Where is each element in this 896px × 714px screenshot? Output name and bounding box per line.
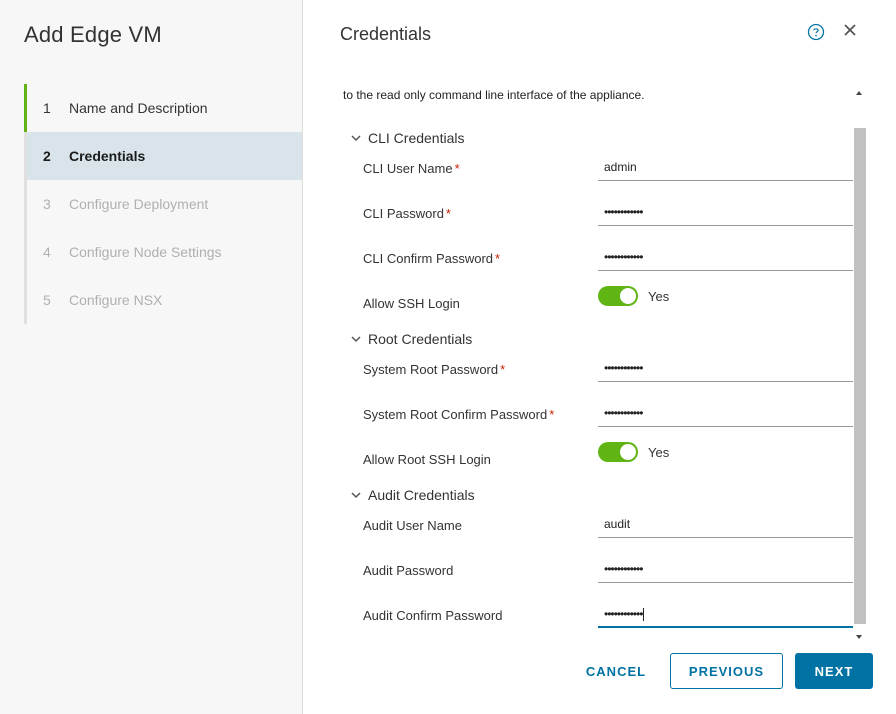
step-configure-deployment: 3 Configure Deployment bbox=[27, 180, 302, 228]
step-number: 5 bbox=[43, 292, 51, 308]
chevron-down-icon bbox=[351, 336, 361, 343]
cli-user-name-row: CLI User Name * admin bbox=[363, 160, 853, 197]
cli-password-field[interactable]: •••••••••••• bbox=[598, 200, 853, 226]
field-label: Allow Root SSH Login bbox=[363, 452, 491, 467]
toggle-knob bbox=[620, 444, 636, 460]
main-panel: Credentials to the read only command lin… bbox=[304, 0, 896, 714]
step-number: 2 bbox=[43, 148, 51, 164]
field-label: Allow SSH Login bbox=[363, 296, 460, 311]
toggle-label: Yes bbox=[648, 444, 670, 460]
toggle-label: Yes bbox=[648, 288, 670, 304]
wizard-steps: 1 Name and Description 2 Credentials 3 C… bbox=[24, 84, 302, 324]
required-mark: * bbox=[500, 362, 506, 377]
field-label: Audit Password bbox=[363, 563, 454, 578]
step-number: 1 bbox=[43, 100, 51, 116]
section-root-credentials[interactable]: Root Credentials bbox=[350, 331, 472, 347]
system-root-password-row: System Root Password * •••••••••••• bbox=[363, 361, 853, 398]
system-root-confirm-password-row: System Root Confirm Password * ••••••••••… bbox=[363, 406, 853, 443]
chevron-down-icon bbox=[351, 492, 361, 499]
required-mark: * bbox=[495, 251, 501, 266]
section-heading: CLI Credentials bbox=[368, 130, 465, 146]
step-number: 4 bbox=[43, 244, 51, 260]
audit-password-field[interactable]: •••••••••••• bbox=[598, 557, 853, 583]
wizard-sidebar: Add Edge VM 1 Name and Description 2 Cre… bbox=[0, 0, 303, 714]
cancel-button[interactable]: CANCEL bbox=[578, 653, 654, 689]
toggle-switch[interactable] bbox=[598, 286, 638, 306]
audit-confirm-password-field[interactable]: •••••••••••• bbox=[598, 602, 853, 628]
cli-password-row: CLI Password * •••••••••••• bbox=[363, 205, 853, 242]
section-cli-credentials[interactable]: CLI Credentials bbox=[350, 130, 465, 146]
step-label: Credentials bbox=[69, 148, 146, 164]
field-label: Audit User Name bbox=[363, 518, 462, 533]
audit-confirm-password-row: Audit Confirm Password •••••••••••• bbox=[363, 607, 853, 638]
section-audit-credentials[interactable]: Audit Credentials bbox=[350, 487, 475, 503]
wizard-title: Add Edge VM bbox=[24, 22, 162, 47]
allow-root-ssh-login-row: Allow Root SSH Login Yes bbox=[363, 442, 853, 488]
step-label: Configure NSX bbox=[69, 292, 163, 308]
required-mark: * bbox=[549, 407, 555, 422]
step-number: 3 bbox=[43, 196, 51, 212]
toggle-switch[interactable] bbox=[598, 442, 638, 462]
audit-password-row: Audit Password •••••••••••• bbox=[363, 562, 853, 599]
help-circle-icon[interactable] bbox=[807, 23, 825, 41]
step-name-and-description[interactable]: 1 Name and Description bbox=[24, 84, 302, 132]
field-label: CLI Password * bbox=[363, 206, 451, 221]
text-caret bbox=[643, 608, 645, 622]
required-mark: * bbox=[445, 206, 451, 221]
scroll-down-icon[interactable] bbox=[854, 632, 864, 642]
chevron-down-icon bbox=[351, 135, 361, 142]
step-label: Configure Deployment bbox=[69, 196, 209, 212]
form-scrollbar[interactable] bbox=[852, 86, 866, 644]
previous-button[interactable]: PREVIOUS bbox=[670, 653, 783, 689]
step-configure-node-settings: 4 Configure Node Settings bbox=[27, 228, 302, 276]
scrollbar-thumb[interactable] bbox=[854, 128, 866, 624]
scroll-up-icon[interactable] bbox=[854, 88, 864, 98]
field-label: CLI Confirm Password * bbox=[363, 251, 501, 266]
intro-text: to the read only command line interface … bbox=[343, 88, 645, 102]
field-label: CLI User Name * bbox=[363, 161, 460, 176]
page-title: Credentials bbox=[340, 24, 432, 44]
system-root-password-field[interactable]: •••••••••••• bbox=[598, 356, 853, 382]
field-label: Audit Confirm Password bbox=[363, 608, 503, 623]
step-label: Configure Node Settings bbox=[69, 244, 222, 260]
required-mark: * bbox=[454, 161, 460, 176]
step-configure-nsx: 5 Configure NSX bbox=[27, 276, 302, 324]
cli-confirm-password-field[interactable]: •••••••••••• bbox=[598, 245, 853, 271]
allow-ssh-login-toggle[interactable]: Yes bbox=[598, 286, 669, 306]
audit-user-name-field[interactable]: audit bbox=[598, 512, 853, 538]
credentials-form: to the read only command line interface … bbox=[340, 86, 856, 638]
field-label: System Root Password * bbox=[363, 362, 506, 377]
close-icon[interactable] bbox=[840, 20, 860, 40]
cli-user-name-field[interactable]: admin bbox=[598, 155, 853, 181]
section-heading: Root Credentials bbox=[368, 331, 473, 347]
cli-confirm-password-row: CLI Confirm Password * •••••••••••• bbox=[363, 250, 853, 287]
step-credentials[interactable]: 2 Credentials bbox=[27, 132, 302, 180]
allow-ssh-login-row: Allow SSH Login Yes bbox=[363, 286, 853, 332]
allow-root-ssh-login-toggle[interactable]: Yes bbox=[598, 442, 669, 462]
next-button[interactable]: NEXT bbox=[795, 653, 873, 689]
toggle-knob bbox=[620, 288, 636, 304]
field-label: System Root Confirm Password * bbox=[363, 407, 555, 422]
step-label: Name and Description bbox=[69, 100, 208, 116]
system-root-confirm-password-field[interactable]: •••••••••••• bbox=[598, 401, 853, 427]
section-heading: Audit Credentials bbox=[368, 487, 475, 503]
audit-user-name-row: Audit User Name audit bbox=[363, 517, 853, 554]
